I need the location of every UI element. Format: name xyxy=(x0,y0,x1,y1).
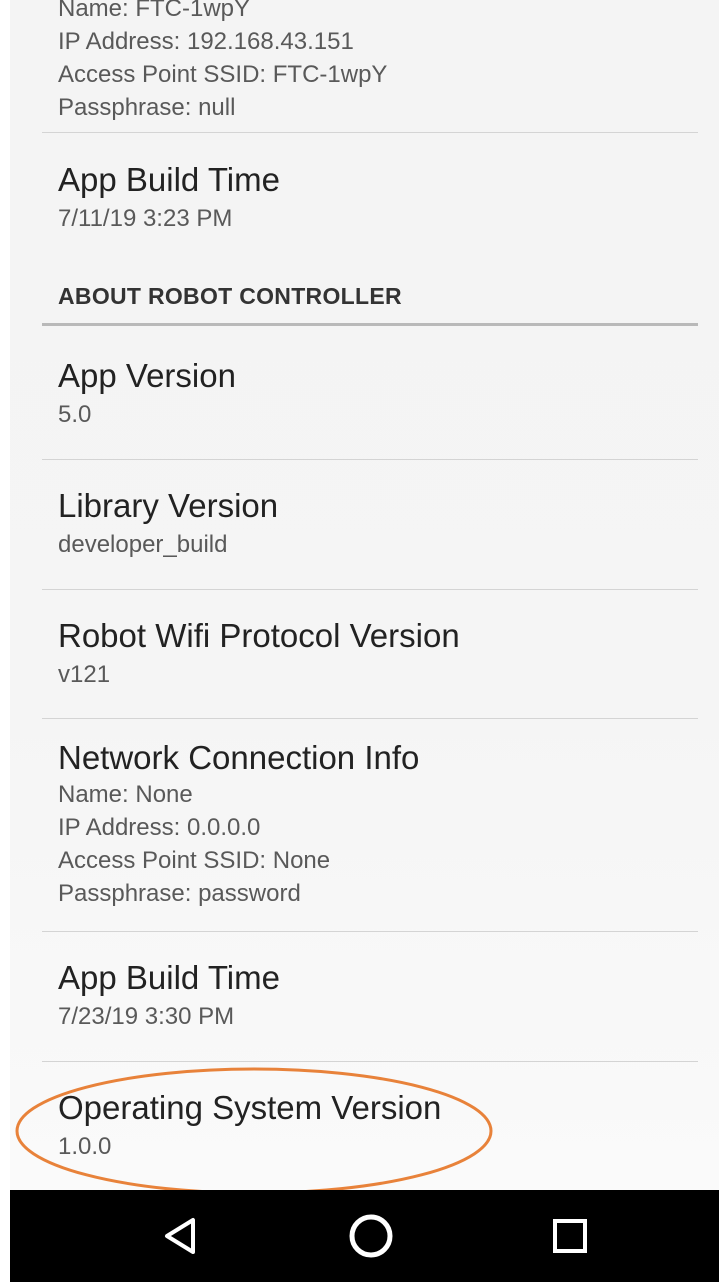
pref-summary: v121 xyxy=(58,661,111,688)
navigation-bar xyxy=(10,1190,719,1282)
pref-network-info-driver[interactable]: Name: FTC-1wpY IP Address: 192.168.43.15… xyxy=(58,0,699,124)
wifi-name-text: Name: FTC-1wpY xyxy=(58,0,251,22)
pref-library-version[interactable]: Library Version developer_build xyxy=(58,486,699,561)
pref-title: Network Connection Info xyxy=(58,739,420,776)
divider xyxy=(42,459,698,460)
wifi-ssid-text: Access Point SSID: FTC-1wpY xyxy=(58,61,388,88)
recents-icon xyxy=(553,1219,587,1253)
back-icon xyxy=(165,1218,195,1254)
pref-summary: 7/23/19 3:30 PM xyxy=(58,1003,235,1030)
screen-edge xyxy=(0,0,10,1190)
home-icon xyxy=(349,1214,393,1258)
pref-summary: 5.0 xyxy=(58,401,92,428)
pref-title: Robot Wifi Protocol Version xyxy=(58,617,460,654)
divider xyxy=(42,931,698,932)
recents-button[interactable] xyxy=(542,1208,598,1264)
pref-title: App Version xyxy=(58,357,236,394)
pref-network-connection-info[interactable]: Network Connection Info Name: None IP Ad… xyxy=(58,738,699,910)
pref-os-version[interactable]: Operating System Version 1.0.0 xyxy=(58,1088,699,1163)
pref-app-build-time-rc[interactable]: App Build Time 7/23/19 3:30 PM xyxy=(58,958,699,1033)
about-screen: Name: FTC-1wpY IP Address: 192.168.43.15… xyxy=(0,0,719,1190)
divider xyxy=(42,589,698,590)
wifi-passphrase-text: Passphrase: null xyxy=(58,94,236,121)
pref-wifi-protocol-version[interactable]: Robot Wifi Protocol Version v121 xyxy=(58,616,699,691)
pref-summary: 1.0.0 xyxy=(58,1133,112,1160)
pref-title: Operating System Version xyxy=(58,1089,442,1126)
pref-title: App Build Time xyxy=(58,161,280,198)
network-name-text: Name: None xyxy=(58,781,193,808)
pref-app-build-time-driver[interactable]: App Build Time 7/11/19 3:23 PM xyxy=(58,160,699,235)
network-passphrase-text: Passphrase: password xyxy=(58,880,301,907)
pref-summary: developer_build xyxy=(58,531,228,558)
pref-summary: 7/11/19 3:23 PM xyxy=(58,205,233,232)
network-ssid-text: Access Point SSID: None xyxy=(58,847,331,874)
divider xyxy=(42,132,698,133)
divider xyxy=(42,1061,698,1062)
category-divider xyxy=(42,323,698,326)
home-button[interactable] xyxy=(343,1208,399,1264)
divider xyxy=(42,718,698,719)
category-about-robot-controller: ABOUT ROBOT CONTROLLER xyxy=(58,283,402,309)
network-ip-text: IP Address: 0.0.0.0 xyxy=(58,814,261,841)
back-button[interactable] xyxy=(153,1208,209,1264)
wifi-ip-text: IP Address: 192.168.43.151 xyxy=(58,28,354,55)
pref-app-version[interactable]: App Version 5.0 xyxy=(58,356,699,431)
pref-title: App Build Time xyxy=(58,959,280,996)
pref-title: Library Version xyxy=(58,487,279,524)
